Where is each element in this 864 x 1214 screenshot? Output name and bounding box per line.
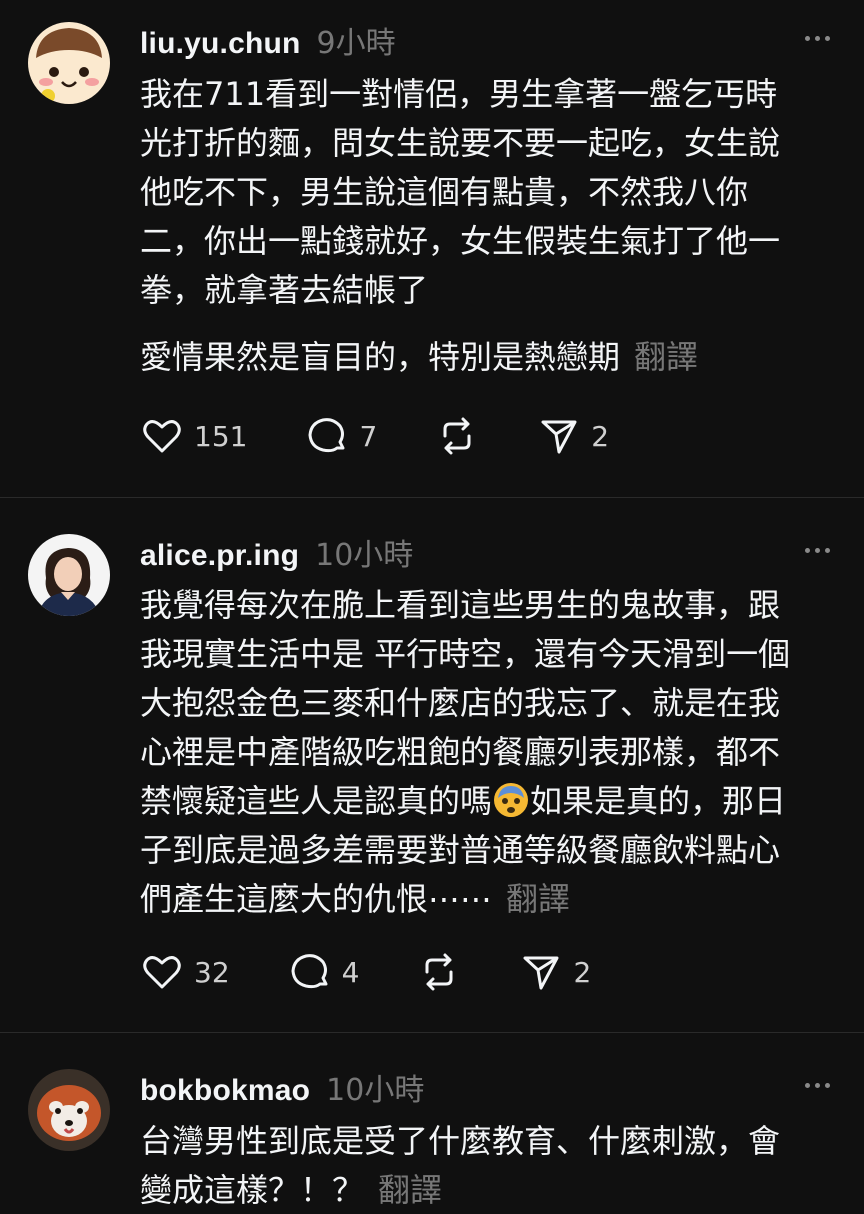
post-line: 禁懷疑這些人是認真的嗎 <box>140 782 493 820</box>
post-line: 我現實生活中是 平行時空，還有今天滑到一個 <box>140 635 791 673</box>
post-line: 二，你出一點錢就好，女生假裝生氣打了他一 <box>140 222 781 260</box>
post-header: alice.pr.ing 10小時 <box>140 530 413 573</box>
username[interactable]: bokbokmao <box>140 1074 310 1108</box>
more-icon[interactable] <box>805 1083 830 1088</box>
repost-button[interactable] <box>417 950 461 994</box>
comment-count: 7 <box>359 419 378 453</box>
post-line: 台灣男性到底是受了什麼教育、什麼刺激，會 <box>140 1122 781 1160</box>
comment-icon <box>308 418 345 453</box>
comment-button[interactable]: 7 <box>305 414 377 458</box>
threads-feed: liu.yu.chun 9小時 我在711看到一對情侶，男生拿著一盤乞丐時 光打… <box>0 0 864 1214</box>
like-count: 151 <box>194 419 248 453</box>
post-text: 台灣男性到底是受了什麼教育、什麼刺激，會 變成這樣？！？ 翻譯 <box>140 1117 840 1214</box>
action-bar: 32 4 2 <box>140 948 649 996</box>
post-line: 大抱怨金色三麥和什麼店的我忘了、就是在我 <box>140 684 781 722</box>
post-line: 他吃不下，男生說這個有點貴，不然我八你 <box>140 173 749 211</box>
repost-button[interactable] <box>435 414 479 458</box>
post-line: 變成這樣？！？ <box>140 1171 365 1209</box>
more-icon[interactable] <box>805 548 830 553</box>
post: liu.yu.chun 9小時 我在711看到一對情侶，男生拿著一盤乞丐時 光打… <box>0 0 864 497</box>
heart-icon <box>143 420 181 453</box>
post-line: 拳，就拿著去結帳了 <box>140 271 429 309</box>
post-line: 子到底是過多差需要對普通等級餐廳飲料點心 <box>140 831 781 869</box>
repost-icon <box>425 953 453 991</box>
post-line: 愛情果然是盲目的，特別是熱戀期 <box>140 338 621 376</box>
more-icon[interactable] <box>805 36 830 41</box>
share-count: 2 <box>573 955 592 989</box>
share-button[interactable]: 2 <box>519 950 591 994</box>
translate-link[interactable]: 翻譯 <box>506 880 570 918</box>
translate-link[interactable]: 翻譯 <box>378 1171 442 1209</box>
fearful-face-emoji <box>494 783 529 817</box>
post-line: 心裡是中產階級吃粗飽的餐廳列表那樣，都不 <box>140 733 781 771</box>
post-line: 我在711看到一對情侶，男生拿著一盤乞丐時 <box>140 75 778 113</box>
post-text: 我覺得每次在脆上看到這些男生的鬼故事，跟 我現實生活中是 平行時空，還有今天滑到… <box>140 581 840 924</box>
like-count: 32 <box>194 955 230 989</box>
comment-button[interactable]: 4 <box>288 950 360 994</box>
post-header: liu.yu.chun 9小時 <box>140 18 396 61</box>
avatar[interactable] <box>28 534 110 616</box>
post: bokbokmao 10小時 台灣男性到底是受了什麼教育、什麼刺激，會 變成這樣… <box>0 1033 864 1214</box>
action-bar: 151 7 2 <box>140 412 667 460</box>
username[interactable]: liu.yu.chun <box>140 27 301 61</box>
heart-icon <box>143 956 181 989</box>
send-icon <box>541 420 577 454</box>
post-line: 們產生這麼大的仇恨⋯⋯ <box>140 880 493 918</box>
comment-count: 4 <box>341 955 360 989</box>
post: alice.pr.ing 10小時 我覺得每次在脆上看到這些男生的鬼故事，跟 我… <box>0 498 864 1032</box>
repost-icon <box>443 417 471 455</box>
avatar[interactable] <box>28 22 110 104</box>
post-line: 我覺得每次在脆上看到這些男生的鬼故事，跟 <box>140 586 781 624</box>
avatar[interactable] <box>28 1069 110 1151</box>
timestamp: 10小時 <box>326 1073 425 1108</box>
post-header: bokbokmao 10小時 <box>140 1065 424 1108</box>
timestamp: 9小時 <box>316 26 396 61</box>
comment-icon <box>291 954 328 989</box>
share-count: 2 <box>591 419 610 453</box>
timestamp: 10小時 <box>315 538 414 573</box>
post-text: 我在711看到一對情侶，男生拿著一盤乞丐時 光打折的麵，問女生說要不要一起吃，女… <box>140 70 840 382</box>
send-icon <box>523 956 559 990</box>
like-button[interactable]: 151 <box>140 414 247 458</box>
post-line: 如果是真的，那日 <box>530 782 787 820</box>
translate-link[interactable]: 翻譯 <box>634 338 698 376</box>
post-line: 光打折的麵，問女生說要不要一起吃，女生說 <box>140 124 781 162</box>
share-button[interactable]: 2 <box>537 414 609 458</box>
like-button[interactable]: 32 <box>140 950 230 994</box>
username[interactable]: alice.pr.ing <box>140 539 299 573</box>
